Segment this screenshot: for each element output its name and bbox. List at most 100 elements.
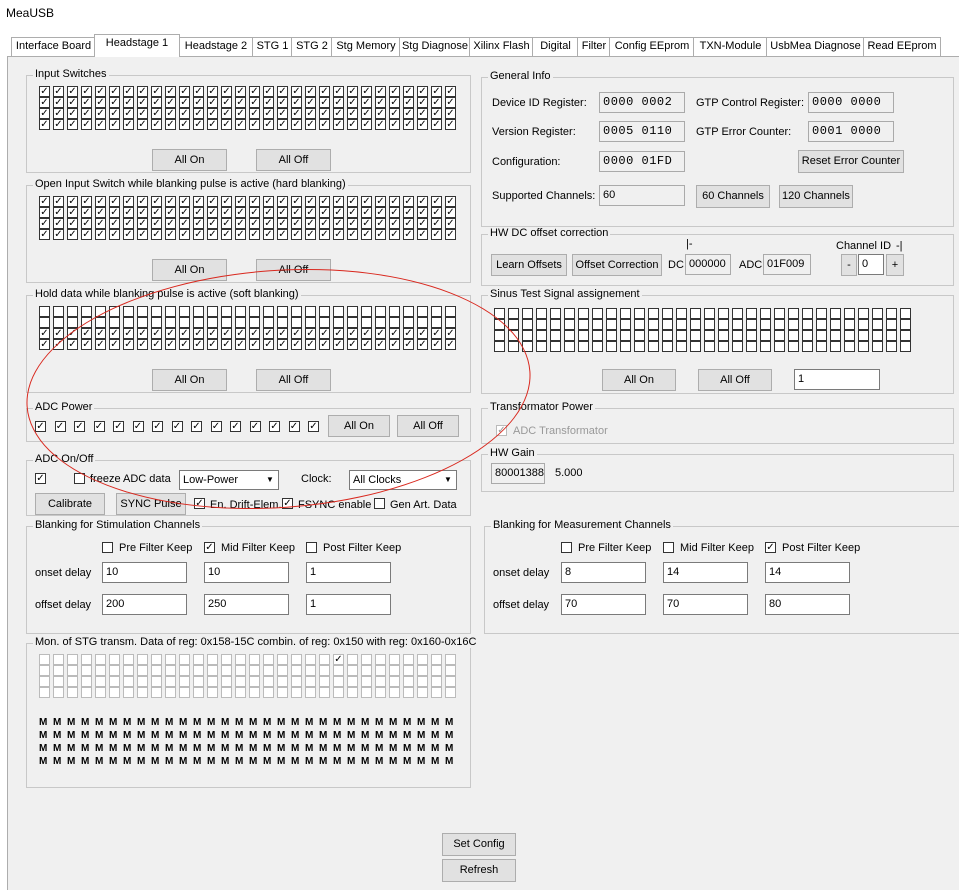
hard-blanking-checkbox[interactable]: ✓ [137,196,148,207]
hard-blanking-checkbox[interactable]: ✓ [39,196,50,207]
hard-blanking-checkbox[interactable]: ✓ [235,229,246,240]
sinus-channel-checkbox[interactable] [578,341,589,352]
sinus-channel-checkbox[interactable] [508,308,519,319]
sinus-channel-checkbox[interactable] [550,308,561,319]
channel-decrement-button[interactable]: - [841,254,857,276]
soft-blanking-checkbox[interactable]: ✓ [403,339,414,350]
hard-blanking-checkbox[interactable]: ✓ [347,218,358,229]
sinus-channel-checkbox[interactable] [536,319,547,330]
input-switch-checkbox[interactable]: ✓ [417,108,428,119]
input-switch-checkbox[interactable]: ✓ [403,108,414,119]
input-switch-checkbox[interactable]: ✓ [95,97,106,108]
input-switch-checkbox[interactable]: ✓ [39,97,50,108]
sinus-channel-checkbox[interactable] [788,341,799,352]
adc-power-checkbox[interactable]: ✓ [269,421,280,432]
hard-blanking-checkbox[interactable]: ✓ [403,207,414,218]
hard-blanking-checkbox[interactable]: ✓ [95,229,106,240]
soft-blanking-checkbox[interactable]: ✓ [249,339,260,350]
tab-stg-memory[interactable]: Stg Memory [331,37,401,56]
input-switch-checkbox[interactable]: ✓ [221,119,232,130]
stim-offset-pre-field[interactable]: 200 [102,594,187,615]
input-switch-checkbox[interactable]: ✓ [431,86,442,97]
soft-blanking-checkbox[interactable] [291,317,302,328]
input-switch-checkbox[interactable]: ✓ [193,97,204,108]
hard-blanking-all-on-button[interactable]: All On [152,259,227,281]
input-switch-checkbox[interactable]: ✓ [291,119,302,130]
soft-blanking-checkbox[interactable] [263,317,274,328]
soft-blanking-checkbox[interactable]: ✓ [417,339,428,350]
sinus-channel-checkbox[interactable] [690,319,701,330]
sinus-value-field[interactable]: 1 [794,369,880,390]
sinus-channel-checkbox[interactable] [606,308,617,319]
sinus-channel-checkbox[interactable] [718,341,729,352]
hard-blanking-checkbox[interactable]: ✓ [123,196,134,207]
stim-onset-pre-field[interactable]: 10 [102,562,187,583]
stim-offset-post-field[interactable]: 1 [306,594,391,615]
soft-blanking-checkbox[interactable] [109,317,120,328]
sinus-channel-checkbox[interactable] [816,330,827,341]
hard-blanking-checkbox[interactable]: ✓ [445,196,456,207]
input-switch-checkbox[interactable]: ✓ [445,119,456,130]
input-switch-checkbox[interactable]: ✓ [165,86,176,97]
hard-blanking-checkbox[interactable]: ✓ [137,207,148,218]
sinus-channel-checkbox[interactable] [592,308,603,319]
input-switch-checkbox[interactable]: ✓ [249,119,260,130]
adc-power-checkbox[interactable]: ✓ [230,421,241,432]
hard-blanking-checkbox[interactable]: ✓ [193,196,204,207]
adc-power-checkbox[interactable]: ✓ [35,421,46,432]
hard-blanking-checkbox[interactable]: ✓ [277,218,288,229]
input-switch-checkbox[interactable]: ✓ [165,119,176,130]
input-switch-checkbox[interactable]: ✓ [249,86,260,97]
hard-blanking-checkbox[interactable]: ✓ [417,218,428,229]
hard-blanking-checkbox[interactable]: ✓ [95,207,106,218]
input-switch-checkbox[interactable]: ✓ [165,108,176,119]
120-channels-button[interactable]: 120 Channels [779,185,853,208]
hard-blanking-checkbox[interactable]: ✓ [151,196,162,207]
input-switch-checkbox[interactable]: ✓ [249,108,260,119]
sinus-channel-checkbox[interactable] [620,341,631,352]
input-switch-checkbox[interactable]: ✓ [333,97,344,108]
soft-blanking-checkbox[interactable]: ✓ [333,339,344,350]
hard-blanking-checkbox[interactable]: ✓ [361,207,372,218]
sinus-channel-checkbox[interactable] [886,330,897,341]
sinus-channel-checkbox[interactable] [536,330,547,341]
sinus-channel-checkbox[interactable] [592,341,603,352]
tab-xilinx-flash[interactable]: Xilinx Flash [469,37,534,56]
soft-blanking-checkbox[interactable]: ✓ [235,339,246,350]
hard-blanking-checkbox[interactable]: ✓ [431,207,442,218]
hard-blanking-checkbox[interactable]: ✓ [235,207,246,218]
hard-blanking-checkbox[interactable]: ✓ [361,229,372,240]
soft-blanking-checkbox[interactable]: ✓ [179,328,190,339]
soft-blanking-checkbox[interactable]: ✓ [109,328,120,339]
soft-blanking-checkbox[interactable]: ✓ [375,328,386,339]
hard-blanking-checkbox[interactable]: ✓ [319,229,330,240]
sinus-channel-checkbox[interactable] [830,330,841,341]
sinus-channel-checkbox[interactable] [900,319,911,330]
soft-blanking-checkbox[interactable]: ✓ [95,339,106,350]
sinus-channel-checkbox[interactable] [774,330,785,341]
input-switch-checkbox[interactable]: ✓ [207,86,218,97]
sinus-channel-checkbox[interactable] [830,341,841,352]
soft-blanking-checkbox[interactable]: ✓ [67,339,78,350]
soft-blanking-checkbox[interactable] [445,317,456,328]
hard-blanking-checkbox[interactable]: ✓ [249,207,260,218]
sinus-channel-checkbox[interactable] [564,330,575,341]
sinus-channel-checkbox[interactable] [606,319,617,330]
hard-blanking-checkbox[interactable]: ✓ [179,196,190,207]
input-switch-checkbox[interactable]: ✓ [95,108,106,119]
hard-blanking-checkbox[interactable]: ✓ [333,218,344,229]
sinus-channel-checkbox[interactable] [900,341,911,352]
soft-blanking-checkbox[interactable] [375,317,386,328]
sinus-channel-checkbox[interactable] [634,308,645,319]
hard-blanking-checkbox[interactable]: ✓ [361,196,372,207]
input-switch-checkbox[interactable]: ✓ [403,86,414,97]
sinus-channel-checkbox[interactable] [802,319,813,330]
input-switch-checkbox[interactable]: ✓ [193,119,204,130]
input-switch-checkbox[interactable]: ✓ [165,97,176,108]
soft-blanking-checkbox[interactable] [361,306,372,317]
hard-blanking-checkbox[interactable]: ✓ [235,218,246,229]
channel-increment-button[interactable]: + [886,254,904,276]
soft-blanking-checkbox[interactable] [151,306,162,317]
soft-blanking-checkbox[interactable] [165,306,176,317]
sinus-channel-checkbox[interactable] [508,319,519,330]
